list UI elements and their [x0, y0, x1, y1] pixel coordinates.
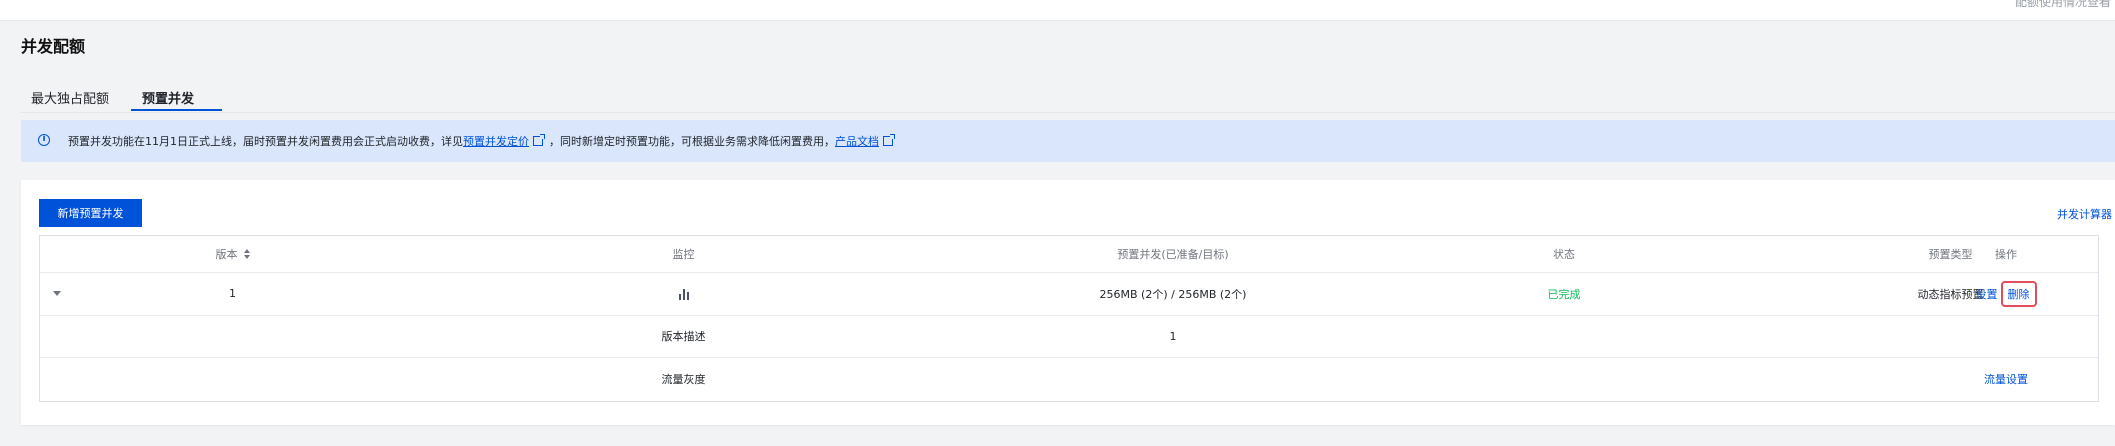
- top-strip: 配额使用情况查看: [0, 0, 2115, 21]
- status-badge: 已完成: [1547, 287, 1581, 301]
- delete-button[interactable]: 删除: [2000, 280, 2037, 307]
- detail-traffic-label: 流量灰度: [661, 373, 706, 386]
- detail-desc-label: 版本描述: [661, 330, 706, 343]
- table-row: 1 256MB (2个) / 256MB (2个) 已完成 动态指标预置 设置 …: [40, 272, 2098, 316]
- tab-max-exclusive-quota[interactable]: 最大独占配额: [31, 88, 109, 107]
- info-icon: i: [38, 134, 50, 146]
- cell-provisioned: 256MB (2个) / 256MB (2个): [1099, 287, 1247, 301]
- cell-version: 1: [229, 287, 236, 300]
- notice-text-middle: ，同时新增定时预置功能，可根据业务需求降低闲置费用，: [549, 135, 835, 148]
- tab-provisioned-concurrency[interactable]: 预置并发: [142, 88, 194, 107]
- sort-icon[interactable]: [243, 248, 250, 260]
- header-monitor: 监控: [672, 248, 695, 261]
- traffic-settings-link[interactable]: 流量设置: [1984, 371, 2028, 387]
- settings-button[interactable]: 设置: [1976, 286, 1998, 302]
- detail-row-description: 版本描述 1: [40, 315, 2098, 358]
- bar-chart-icon[interactable]: [678, 288, 689, 300]
- header-provisioned: 预置并发(已准备/目标): [1117, 248, 1229, 261]
- tab-bar: 最大独占配额 预置并发: [21, 84, 2115, 113]
- versions-table: 版本 监控 预置并发(已准备/目标) 状态 预置类型 操作 1 256MB (2…: [39, 235, 2099, 402]
- provisioned-concurrency-card: 新增预置并发 并发计算器 版本 监控 预置并发(已准备/目标) 状态 预置类型 …: [21, 180, 2115, 425]
- detail-desc-value: 1: [1169, 329, 1177, 343]
- active-tab-indicator: [131, 109, 222, 111]
- notice-text-before: 预置并发功能在11月1日正式上线，届时预置并发闲置费用会正式启动收费，详见: [68, 135, 463, 148]
- notice-text: 预置并发功能在11月1日正式上线，届时预置并发闲置费用会正式启动收费，详见预置并…: [68, 133, 899, 149]
- header-status: 状态: [1553, 248, 1575, 261]
- table-header-row: 版本 监控 预置并发(已准备/目标) 状态 预置类型 操作: [40, 236, 2098, 273]
- concurrency-calculator-link[interactable]: 并发计算器: [2057, 206, 2112, 222]
- external-link-icon: [533, 134, 545, 146]
- add-provisioned-concurrency-button[interactable]: 新增预置并发: [39, 199, 142, 227]
- external-link-icon: [883, 134, 895, 146]
- info-notice-banner: i 预置并发功能在11月1日正式上线，届时预置并发闲置费用会正式启动收费，详见预…: [21, 120, 2115, 162]
- header-version[interactable]: 版本: [40, 236, 425, 272]
- cell-traffic-ops: 流量设置: [1806, 357, 2115, 401]
- cell-ops: 设置 删除: [1806, 272, 2115, 315]
- detail-row-traffic: 流量灰度 流量设置: [40, 357, 2098, 401]
- top-right-text: 配额使用情况查看: [2014, 0, 2111, 9]
- header-version-label: 版本: [215, 248, 238, 261]
- header-ops: 操作: [1995, 248, 2017, 261]
- product-docs-link[interactable]: 产品文档: [835, 135, 879, 148]
- cell-monitor: [425, 272, 942, 315]
- page-title: 并发配额: [21, 37, 86, 56]
- pricing-link[interactable]: 预置并发定价: [463, 135, 529, 148]
